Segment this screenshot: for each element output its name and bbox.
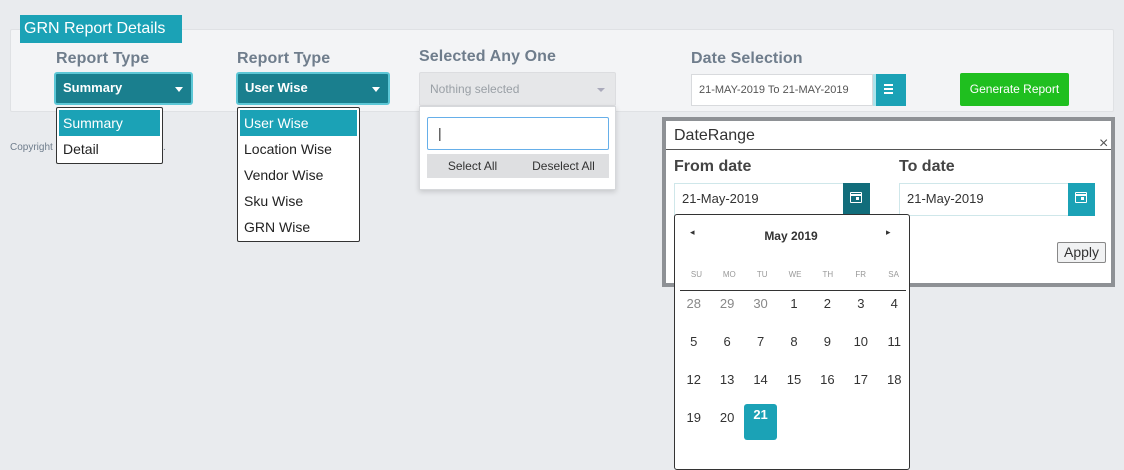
deselect-all-button[interactable]: Deselect All	[518, 154, 609, 178]
copyright-label: Copyright	[10, 142, 53, 153]
selected-any-one-label: Selected Any One	[419, 48, 557, 65]
calendar-empty-cell	[878, 401, 911, 435]
calendar-day[interactable]: 6	[710, 325, 743, 359]
multiselect-popup: | Select All Deselect All	[419, 106, 616, 190]
calendar-day[interactable]: 16	[811, 363, 844, 397]
generate-report-button[interactable]: Generate Report	[960, 73, 1069, 106]
nothing-selected-placeholder: Nothing selected	[430, 82, 520, 96]
weekday-sa: SA	[888, 270, 899, 279]
calendar-day[interactable]: 28	[677, 287, 710, 321]
report-type-2-label: Report Type	[237, 50, 331, 67]
calendar-day-grid: 28 29 30 1 2 3 4 5 6 7 8 9 10 11 12 13 14 15 16 17 18 19 20 21	[677, 287, 911, 440]
report-type-select[interactable]: Summary	[54, 72, 193, 105]
to-date-calendar-button[interactable]	[1068, 183, 1095, 216]
calendar-day[interactable]: 9	[811, 325, 844, 359]
date-selection-label: Date Selection	[691, 50, 803, 67]
calendar-day[interactable]: 21	[743, 404, 778, 440]
select-all-button[interactable]: Select All	[427, 154, 518, 178]
copyright-text: Copyright	[10, 142, 53, 153]
option-location-wise[interactable]: Location Wise	[238, 136, 359, 162]
close-icon[interactable]: ×	[1099, 135, 1108, 153]
calendar-icon	[850, 192, 862, 203]
date-range-menu-button[interactable]	[873, 74, 906, 106]
prev-month-icon[interactable]: ◂	[690, 227, 695, 238]
option-vendor-wise[interactable]: Vendor Wise	[238, 162, 359, 188]
calendar-week-row: 12 13 14 15 16 17 18	[677, 363, 911, 397]
calendar-icon	[1075, 192, 1087, 203]
report-type-2-selected-value: User Wise	[245, 80, 308, 95]
selected-any-one-select[interactable]: Nothing selected	[419, 72, 616, 106]
calendar-day[interactable]: 15	[777, 363, 810, 397]
chevron-down-icon	[372, 87, 380, 92]
calendar-day[interactable]: 8	[777, 325, 810, 359]
calendar-day[interactable]: 11	[878, 325, 911, 359]
calendar-week-row: 28 29 30 1 2 3 4	[677, 287, 911, 321]
calendar-day[interactable]: 14	[744, 363, 777, 397]
report-type-label: Report Type	[56, 50, 150, 67]
calendar-week-row: 5 6 7 8 9 10 11	[677, 325, 911, 359]
calendar-day[interactable]: 17	[844, 363, 877, 397]
calendar-day[interactable]: 19	[677, 401, 710, 435]
calendar-day[interactable]: 13	[710, 363, 743, 397]
calendar-day[interactable]: 4	[878, 287, 911, 321]
calendar-day[interactable]: 3	[844, 287, 877, 321]
option-grn-wise[interactable]: GRN Wise	[238, 214, 359, 240]
menu-icon	[876, 74, 906, 106]
option-detail[interactable]: Detail	[57, 136, 162, 162]
calendar-empty-cell	[844, 401, 877, 435]
search-caret: |	[438, 125, 442, 141]
report-type-selected-value: Summary	[63, 80, 123, 95]
to-date-label: To date	[899, 158, 955, 175]
weekday-tu: TU	[756, 270, 768, 279]
date-range-title: DateRange	[674, 127, 755, 144]
from-date-calendar-button[interactable]	[843, 183, 870, 216]
calendar-day[interactable]: 29	[710, 287, 743, 321]
from-date-input[interactable]: 21-May-2019	[674, 183, 844, 216]
next-month-icon[interactable]: ▸	[886, 227, 891, 238]
chevron-down-icon	[175, 87, 183, 92]
copyright-tail: .	[163, 142, 166, 153]
report-type-dropdown-menu: Summary Detail	[56, 107, 163, 164]
weekday-mo: MO	[722, 270, 736, 279]
report-type-2-select[interactable]: User Wise	[236, 72, 390, 105]
panel-title: GRN Report Details	[20, 15, 182, 43]
to-date-input[interactable]: 21-May-2019	[899, 183, 1069, 216]
weekday-we: WE	[788, 270, 802, 279]
calendar-day[interactable]: 5	[677, 325, 710, 359]
calendar-day[interactable]: 30	[744, 287, 777, 321]
multiselect-search-input[interactable]: |	[427, 117, 609, 150]
from-date-label: From date	[674, 158, 752, 175]
calendar-day[interactable]: 20	[710, 401, 743, 435]
option-sku-wise[interactable]: Sku Wise	[238, 188, 359, 214]
calendar-month-title[interactable]: May 2019	[735, 229, 847, 243]
report-type-2-dropdown-menu: User Wise Location Wise Vendor Wise Sku …	[237, 107, 360, 242]
weekday-fr: FR	[855, 270, 867, 279]
calendar-day[interactable]: 1	[777, 287, 810, 321]
calendar-week-row: 19 20 21	[677, 401, 911, 440]
calendar-day[interactable]: 7	[744, 325, 777, 359]
weekday-su: SU	[690, 270, 702, 279]
calendar-popup: ◂ May 2019 ▸ SU MO TU WE TH FR SA 28 29 30 1 2 3 4 5 6…	[674, 214, 910, 470]
weekday-header-row: SU MO TU WE TH FR SA	[680, 270, 910, 279]
calendar-empty-cell	[777, 401, 810, 435]
weekday-th: TH	[822, 270, 834, 279]
option-summary[interactable]: Summary	[59, 110, 160, 136]
calendar-day[interactable]: 2	[811, 287, 844, 321]
modal-divider	[666, 149, 1111, 150]
apply-button[interactable]: Apply	[1057, 242, 1106, 263]
chevron-down-icon	[597, 88, 605, 92]
calendar-day[interactable]: 18	[878, 363, 911, 397]
calendar-empty-cell	[811, 401, 844, 435]
calendar-day[interactable]: 12	[677, 363, 710, 397]
date-selection-input[interactable]: 21-MAY-2019 To 21-MAY-2019	[691, 74, 873, 106]
option-user-wise[interactable]: User Wise	[240, 110, 357, 136]
calendar-day[interactable]: 10	[844, 325, 877, 359]
